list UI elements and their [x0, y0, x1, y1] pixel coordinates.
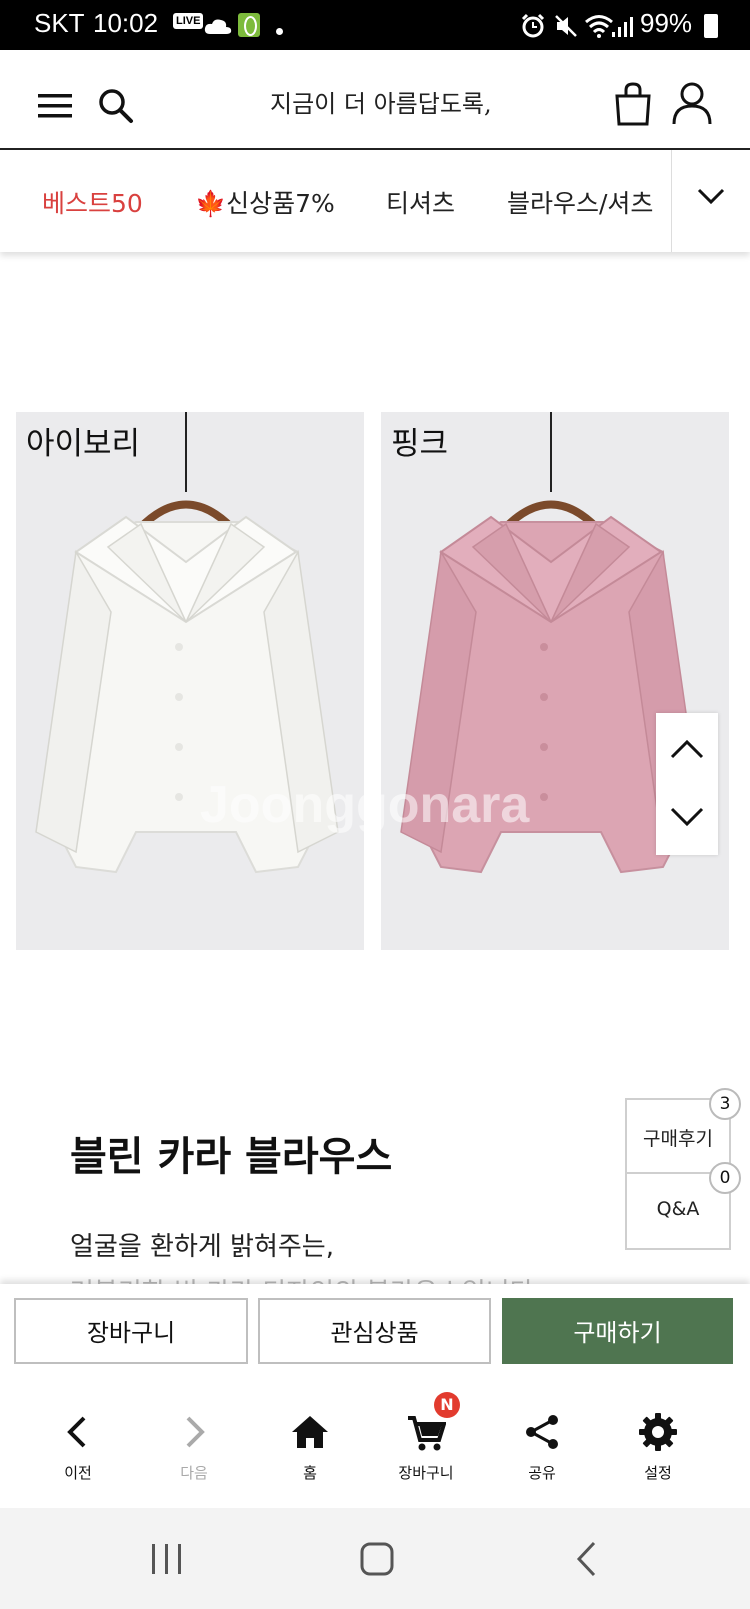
- app-notification-icon: [238, 13, 260, 37]
- cart-new-badge: N: [434, 1392, 460, 1418]
- reviews-label: 구매후기: [643, 1128, 713, 1150]
- alarm-icon: [521, 13, 545, 38]
- pink-blouse-image: [400, 412, 704, 874]
- menu-icon[interactable]: [38, 92, 72, 120]
- live-badge: LIVE: [173, 13, 204, 29]
- wishlist-button[interactable]: 관심상품: [258, 1298, 491, 1364]
- battery-icon: [704, 14, 718, 38]
- nav-home-button[interactable]: 홈: [255, 1386, 365, 1496]
- nav-share-label: 공유: [528, 1464, 556, 1482]
- user-icon[interactable]: [672, 82, 712, 126]
- ivory-blouse-image: [35, 412, 339, 874]
- chevron-right-icon: [186, 1416, 205, 1448]
- reviews-count-badge: 3: [709, 1088, 741, 1120]
- category-tshirts[interactable]: 티셔츠: [386, 184, 455, 220]
- shopping-bag-icon[interactable]: [614, 82, 652, 126]
- share-icon: [526, 1415, 558, 1449]
- category-nav: 베스트50 🍁신상품7% 티셔츠 블라우스/셔츠: [0, 150, 750, 252]
- photo-label-ivory: 아이보리: [26, 426, 141, 462]
- chevron-down-icon: [697, 188, 725, 205]
- watermark: Joonggonara: [200, 776, 530, 834]
- android-system-nav: [0, 1508, 750, 1609]
- category-new-arrivals[interactable]: 🍁신상품7%: [195, 184, 335, 220]
- product-description-line1: 얼굴을 환하게 밝혀주는,: [70, 1232, 334, 1262]
- scroll-up-icon[interactable]: [670, 739, 704, 759]
- category-best50[interactable]: 베스트50: [42, 184, 143, 220]
- scroll-down-icon[interactable]: [670, 807, 704, 827]
- signal-icon: [612, 17, 633, 37]
- nav-cart-label: 장바구니: [398, 1464, 454, 1482]
- category-more-button[interactable]: [671, 150, 750, 252]
- browser-bottom-nav: 이전 다음 홈 N 장바구니 공유 설정: [0, 1386, 750, 1508]
- chevron-left-icon: [67, 1416, 86, 1448]
- qa-count-badge: 0: [709, 1162, 741, 1194]
- site-tagline-logo[interactable]: 지금이 더 아름답도록,: [270, 84, 492, 119]
- shopping-cart-icon: [408, 1416, 446, 1451]
- nav-home-label: 홈: [303, 1464, 317, 1482]
- mute-icon: [555, 15, 577, 37]
- category-blouses-shirts[interactable]: 블라우스/셔츠: [507, 184, 653, 220]
- add-to-cart-button[interactable]: 장바구니: [14, 1298, 248, 1364]
- photo-label-pink: 핑크: [391, 426, 449, 462]
- home-button-icon[interactable]: [360, 1542, 394, 1576]
- nav-settings-button[interactable]: 설정: [603, 1386, 713, 1496]
- nav-forward-label: 다음: [180, 1464, 208, 1482]
- site-header: 지금이 더 아름답도록,: [0, 52, 750, 150]
- more-notifications-dot: [276, 28, 283, 35]
- battery-percent: 99%: [640, 8, 693, 38]
- gear-icon: [639, 1413, 677, 1451]
- search-icon[interactable]: [98, 88, 134, 124]
- carrier-label: SKT: [34, 8, 85, 38]
- nav-settings-label: 설정: [644, 1464, 672, 1482]
- product-photo-ivory[interactable]: 아이보리: [16, 412, 364, 950]
- product-title: 블린 카라 블라우스: [70, 1134, 393, 1180]
- qa-button[interactable]: Q&A 0: [625, 1162, 741, 1250]
- nav-back-label: 이전: [64, 1464, 92, 1482]
- nav-forward-button[interactable]: 다음: [139, 1386, 249, 1496]
- recent-apps-icon[interactable]: [150, 1542, 184, 1576]
- scroll-buttons: [656, 713, 718, 855]
- system-back-icon[interactable]: [574, 1540, 598, 1578]
- product-photo-pink[interactable]: 핑크: [381, 412, 729, 950]
- clock: 10:02: [93, 8, 159, 38]
- nav-cart-button[interactable]: N 장바구니: [371, 1386, 481, 1496]
- purchase-action-bar: 장바구니 관심상품 구매하기: [0, 1284, 750, 1386]
- status-bar: SKT 10:02 LIVE 99%: [0, 0, 750, 50]
- home-icon: [292, 1416, 328, 1448]
- nav-back-button[interactable]: 이전: [23, 1386, 133, 1496]
- qa-label: Q&A: [656, 1198, 700, 1220]
- buy-now-button[interactable]: 구매하기: [502, 1298, 733, 1364]
- nav-share-button[interactable]: 공유: [487, 1386, 597, 1496]
- cloud-icon: [204, 19, 232, 34]
